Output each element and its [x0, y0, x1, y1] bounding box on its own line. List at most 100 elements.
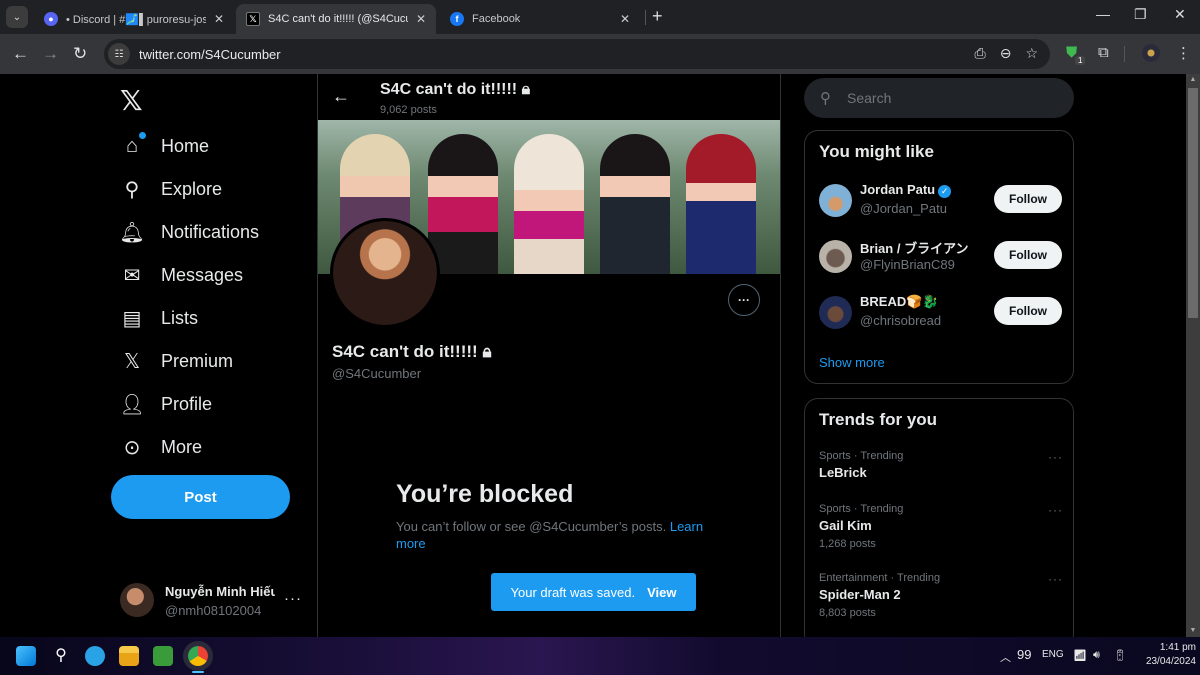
back-button[interactable]: ←: [12, 44, 29, 64]
file-explorer-icon[interactable]: [119, 646, 139, 666]
language-indicator[interactable]: ENG: [1042, 649, 1064, 660]
profile-more-button[interactable]: ···: [728, 284, 760, 316]
windows-taskbar: ⚲ ︿ 99 ENG 📶︎ 🔊︎ 🔋︎ 1:41 pm 23/04/2024: [0, 637, 1200, 675]
home-icon: ⌂: [120, 132, 146, 158]
back-arrow-icon[interactable]: ←: [332, 86, 350, 107]
system-clock[interactable]: 1:41 pm 23/04/2024: [1136, 641, 1196, 669]
header-title: S4C can't do it!!!!! 🔒︎: [380, 81, 531, 98]
zoom-out-icon[interactable]: ⊖: [1000, 45, 1012, 62]
app-icon[interactable]: [85, 646, 105, 666]
more-circle-icon: ⊙: [123, 436, 141, 459]
nav-premium[interactable]: 𝕏 Premium: [120, 341, 233, 381]
draft-saved-toast: Your draft was saved. View: [491, 573, 696, 611]
install-app-icon[interactable]: ⎙: [975, 45, 986, 62]
lock-icon: 🔒︎: [482, 342, 492, 361]
tray-overflow-icon[interactable]: ︿: [1000, 649, 1011, 665]
trend-item[interactable]: Sports · Trending LeBrick ···: [819, 450, 1063, 480]
account-switcher[interactable]: Nguyễn Minh Hiếu @nmh08102004 ···: [120, 580, 310, 624]
banner-figure: [600, 134, 670, 274]
scroll-up-arrow-icon[interactable]: ▲: [1186, 74, 1200, 86]
wifi-icon[interactable]: 📶︎: [1073, 649, 1087, 662]
profile-column: ← S4C can't do it!!!!! 🔒︎ 9,062 posts ··…: [317, 74, 781, 637]
restore-button[interactable]: ❐: [1134, 6, 1147, 23]
discord-icon: ●: [44, 12, 58, 26]
new-tab-button[interactable]: +: [652, 6, 663, 27]
search-icon: ⚲: [124, 178, 140, 201]
address-bar[interactable]: ☷ twitter.com/S4Cucumber ⎙ ⊖ ☆: [104, 39, 1050, 69]
app-icon[interactable]: [153, 646, 173, 666]
browser-menu-icon[interactable]: ⋮: [1176, 44, 1191, 62]
nav-home[interactable]: ⌂ Home: [120, 126, 209, 166]
nav-more[interactable]: ⊙ More: [120, 427, 202, 467]
verified-badge-icon: ✓: [938, 185, 952, 198]
search-input[interactable]: ⚲ Search: [804, 78, 1074, 118]
scrollbar-thumb[interactable]: [1188, 88, 1198, 318]
trend-item[interactable]: Entertainment · Trending Spider-Man 2 8,…: [819, 572, 1063, 619]
page-scrollbar[interactable]: ▲ ▼: [1186, 74, 1200, 637]
volume-icon[interactable]: 🔊︎: [1093, 649, 1100, 662]
trend-more-icon[interactable]: ···: [1048, 450, 1063, 464]
chrome-icon[interactable]: [188, 646, 208, 666]
x-icon: 𝕏: [246, 12, 260, 26]
minimize-button[interactable]: —: [1096, 6, 1110, 22]
post-button[interactable]: Post: [111, 475, 290, 519]
browser-toolbar: ← → ↻ ☷ twitter.com/S4Cucumber ⎙ ⊖ ☆ ⛊ 1…: [0, 34, 1200, 74]
more-icon: ···: [284, 590, 302, 607]
tab-twitter[interactable]: 𝕏 S4C can't do it!!!!! (@S4Cucumber) ✕: [236, 4, 436, 34]
reload-button[interactable]: ↻: [73, 44, 87, 64]
search-icon[interactable]: ⚲: [51, 646, 71, 666]
tab-facebook[interactable]: f Facebook ✕: [440, 4, 640, 34]
banner-figure: [514, 134, 584, 274]
avatar: [120, 583, 154, 617]
suggested-user[interactable]: Jordan Patu ✓ @Jordan_Patu Follow: [819, 182, 1063, 222]
tab-search-button[interactable]: ⌄: [6, 6, 28, 28]
x-logo[interactable]: 𝕏: [120, 84, 143, 117]
close-tab-icon[interactable]: ✕: [416, 12, 426, 26]
follow-button[interactable]: Follow: [994, 297, 1062, 325]
tab-separator: [645, 10, 646, 25]
show-more-link[interactable]: Show more: [819, 355, 885, 370]
browser-tab-bar: ⌄ ● • Discord | #🗾▌puroresu-joshi | D ✕ …: [0, 0, 1200, 34]
banner-figure: [428, 134, 498, 274]
close-window-button[interactable]: ✕: [1174, 6, 1186, 23]
extensions-puzzle-icon[interactable]: ⧉: [1098, 44, 1109, 61]
extension-badge: 1: [1075, 56, 1086, 65]
start-menu-icon[interactable]: [16, 646, 36, 666]
nav-explore[interactable]: ⚲ Explore: [120, 169, 222, 209]
bookmark-star-icon[interactable]: ☆: [1025, 45, 1038, 62]
follow-button[interactable]: Follow: [994, 185, 1062, 213]
person-icon: 👤︎: [119, 393, 145, 416]
close-tab-icon[interactable]: ✕: [620, 12, 630, 26]
x-icon: 𝕏: [123, 350, 141, 373]
scroll-down-arrow-icon[interactable]: ▼: [1186, 625, 1200, 637]
nav-lists[interactable]: ▤ Lists: [120, 298, 198, 338]
forward-button[interactable]: →: [42, 44, 59, 64]
search-icon: ⚲: [820, 90, 831, 107]
nav-profile[interactable]: 👤︎ Profile: [119, 384, 212, 424]
battery-icon[interactable]: 🔋︎: [1113, 649, 1127, 662]
notification-count[interactable]: 99: [1017, 647, 1031, 662]
notification-dot: [139, 132, 146, 139]
follow-button[interactable]: Follow: [994, 241, 1062, 269]
nav-messages[interactable]: ✉ Messages: [120, 255, 243, 295]
trend-item[interactable]: Sports · Trending Gail Kim 1,268 posts ·…: [819, 503, 1063, 550]
url-text[interactable]: twitter.com/S4Cucumber: [139, 47, 281, 62]
post-count: 9,062 posts: [380, 104, 437, 116]
trends-card: Trends for you Sports · Trending LeBrick…: [804, 398, 1074, 637]
profile-handle: @S4Cucumber: [332, 366, 422, 381]
nav-notifications[interactable]: 🔔︎ Notifications: [119, 212, 259, 252]
site-settings-icon[interactable]: ☷: [108, 43, 130, 65]
suggested-user[interactable]: BREAD🍞🐉 @chrisobread Follow: [819, 294, 1063, 334]
suggested-user[interactable]: Brian / ブライアン @FlyinBrianC89 Follow: [819, 238, 1063, 278]
close-tab-icon[interactable]: ✕: [214, 12, 224, 26]
profile-avatar[interactable]: [330, 218, 440, 328]
trend-more-icon[interactable]: ···: [1048, 572, 1063, 586]
bell-icon: 🔔︎: [119, 221, 145, 244]
profile-avatar[interactable]: [1142, 44, 1160, 62]
tab-discord[interactable]: ● • Discord | #🗾▌puroresu-joshi | D ✕: [34, 4, 234, 34]
blocked-title: You’re blocked: [396, 480, 574, 508]
banner-figure: [686, 134, 756, 274]
trend-more-icon[interactable]: ···: [1048, 503, 1063, 517]
view-draft-button[interactable]: View: [647, 585, 676, 600]
facebook-icon: f: [450, 12, 464, 26]
